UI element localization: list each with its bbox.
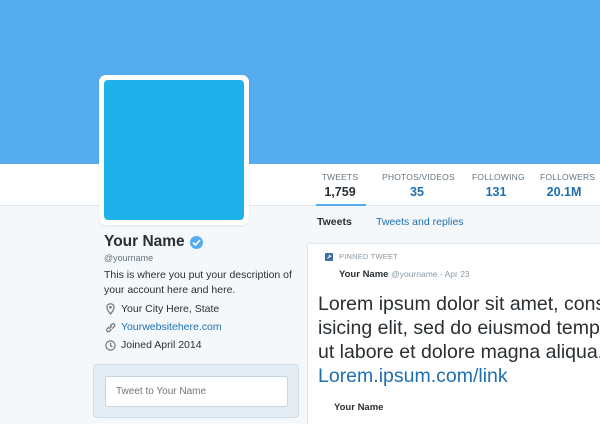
profile-name-text: Your Name — [104, 233, 185, 250]
stat-photos-videos[interactable]: PHOTOS/VIDEOS 35 — [370, 172, 460, 206]
stat-value: 131 — [485, 185, 507, 199]
tweet-text-line: isicing elit, sed do eiusmod temp — [318, 317, 600, 339]
profile-website: Yourwebsitehere.com — [104, 321, 222, 333]
join-date-text: Joined April 2014 — [121, 339, 202, 351]
stat-label: FOLLOWING — [472, 172, 525, 182]
tweet-to-input[interactable] — [105, 376, 288, 407]
profile-bio: This is where you put your description o… — [104, 269, 292, 296]
tweet-header: Your Name @yourname - Apr 23 — [339, 269, 470, 280]
quoted-author: Your Name — [334, 402, 384, 413]
tweet-stream: PINNED TWEET Your Name @yourname - Apr 2… — [307, 243, 600, 424]
avatar-frame — [99, 75, 249, 225]
header-banner — [0, 0, 600, 164]
tweet-link[interactable]: Lorem.ipsum.com/link — [318, 364, 600, 388]
stat-value: 35 — [410, 185, 424, 199]
link-icon — [104, 321, 116, 333]
pin-icon — [325, 252, 333, 261]
tweet-text-line: ut labore et dolore magna aliqua. — [318, 341, 600, 363]
tab-tweets-and-replies[interactable]: Tweets and replies — [376, 216, 464, 228]
tweet-author[interactable]: Your Name — [339, 269, 388, 280]
tweet-meta[interactable]: @yourname - Apr 23 — [391, 269, 470, 279]
clock-icon — [104, 339, 116, 351]
location-text: Your City Here, State — [121, 303, 220, 315]
pinned-text: PINNED TWEET — [339, 252, 398, 261]
stat-label: FOLLOWERS — [540, 172, 596, 182]
stat-label: TWEETS — [321, 172, 359, 182]
location-pin-icon — [104, 303, 116, 315]
stat-value: 20.1M — [546, 185, 582, 199]
stat-tweets[interactable]: TWEETS 1,759 — [306, 172, 370, 207]
verified-badge-icon — [189, 235, 203, 249]
profile-name[interactable]: Your Name — [104, 233, 203, 251]
website-link[interactable]: Yourwebsitehere.com — [121, 321, 222, 333]
tab-tweets[interactable]: Tweets — [317, 216, 352, 228]
tweet-text: Lorem ipsum dolor sit amet, cons isicing… — [318, 292, 600, 388]
profile-join-date: Joined April 2014 — [104, 339, 202, 351]
stat-label: PHOTOS/VIDEOS — [382, 172, 455, 182]
avatar[interactable] — [104, 80, 244, 220]
stat-favorites[interactable]: FA — [596, 172, 600, 206]
timeline-tabs: Tweets Tweets and replies — [307, 206, 600, 239]
profile-handle: @yourname — [104, 253, 154, 263]
stat-followers[interactable]: FOLLOWERS 20.1M — [528, 172, 596, 206]
stat-following[interactable]: FOLLOWING 131 — [460, 172, 528, 206]
tweet-to-box — [93, 364, 299, 418]
profile-stats: TWEETS 1,759 PHOTOS/VIDEOS 35 FOLLOWING … — [306, 172, 600, 207]
pinned-tweet-label: PINNED TWEET — [325, 252, 398, 261]
profile-location: Your City Here, State — [104, 303, 219, 315]
tweet-text-line: Lorem ipsum dolor sit amet, cons — [318, 293, 600, 315]
stat-value: 1,759 — [324, 185, 356, 199]
